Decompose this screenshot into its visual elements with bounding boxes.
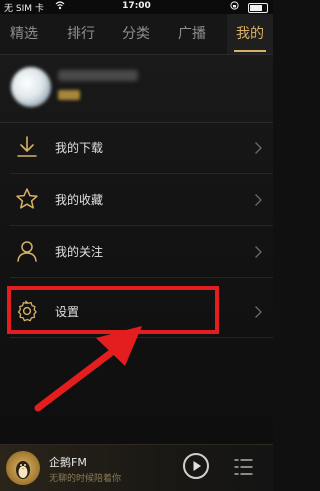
tab-featured[interactable]: 精选 xyxy=(10,14,38,54)
mini-player[interactable]: 企鹅FM 无聊的时候陪着你 xyxy=(0,444,273,491)
menu-item-downloads[interactable]: 我的下载 xyxy=(0,122,273,174)
avatar[interactable] xyxy=(11,67,51,107)
chevron-right-icon xyxy=(254,304,263,318)
playlist-icon xyxy=(234,459,253,475)
blurred-username xyxy=(58,70,138,81)
status-bar: 无 SIM 卡 17:00 xyxy=(0,0,273,14)
star-icon xyxy=(14,186,40,212)
user-level-badge xyxy=(58,90,80,100)
download-icon xyxy=(14,134,40,160)
top-tab-bar: 精选 排行 分类 广播 我的 xyxy=(0,14,273,55)
menu-item-label: 我的收藏 xyxy=(55,193,104,207)
menu-item-label: 我的关注 xyxy=(55,245,104,259)
album-cover[interactable] xyxy=(6,451,40,485)
app-screen: 无 SIM 卡 17:00 精选 排行 分类 广播 我的 我的下载 我的收藏 我… xyxy=(0,0,273,491)
chevron-right-icon xyxy=(254,140,263,154)
penguin-logo-icon xyxy=(16,461,30,479)
tab-mine[interactable]: 我的 xyxy=(227,14,273,54)
chevron-right-icon xyxy=(254,244,263,258)
menu-item-favorites[interactable]: 我的收藏 xyxy=(0,174,273,226)
user-profile[interactable] xyxy=(0,55,273,119)
menu-item-label: 我的下载 xyxy=(55,141,104,155)
play-icon xyxy=(193,461,201,471)
row-divider xyxy=(10,277,273,278)
tab-radio[interactable]: 广播 xyxy=(178,14,206,54)
row-divider xyxy=(10,337,273,338)
highlight-box xyxy=(7,286,219,334)
person-icon xyxy=(14,238,40,264)
playlist-button[interactable] xyxy=(232,455,254,479)
rotation-lock-icon xyxy=(230,1,239,13)
tab-rankings[interactable]: 排行 xyxy=(67,14,95,54)
tab-categories[interactable]: 分类 xyxy=(122,14,150,54)
battery-icon xyxy=(248,3,268,13)
player-subtitle: 无聊的时候陪着你 xyxy=(49,474,122,484)
play-button[interactable] xyxy=(183,453,209,479)
chevron-right-icon xyxy=(254,192,263,206)
player-title: 企鹅FM xyxy=(49,456,87,469)
menu-item-following[interactable]: 我的关注 xyxy=(0,226,273,278)
